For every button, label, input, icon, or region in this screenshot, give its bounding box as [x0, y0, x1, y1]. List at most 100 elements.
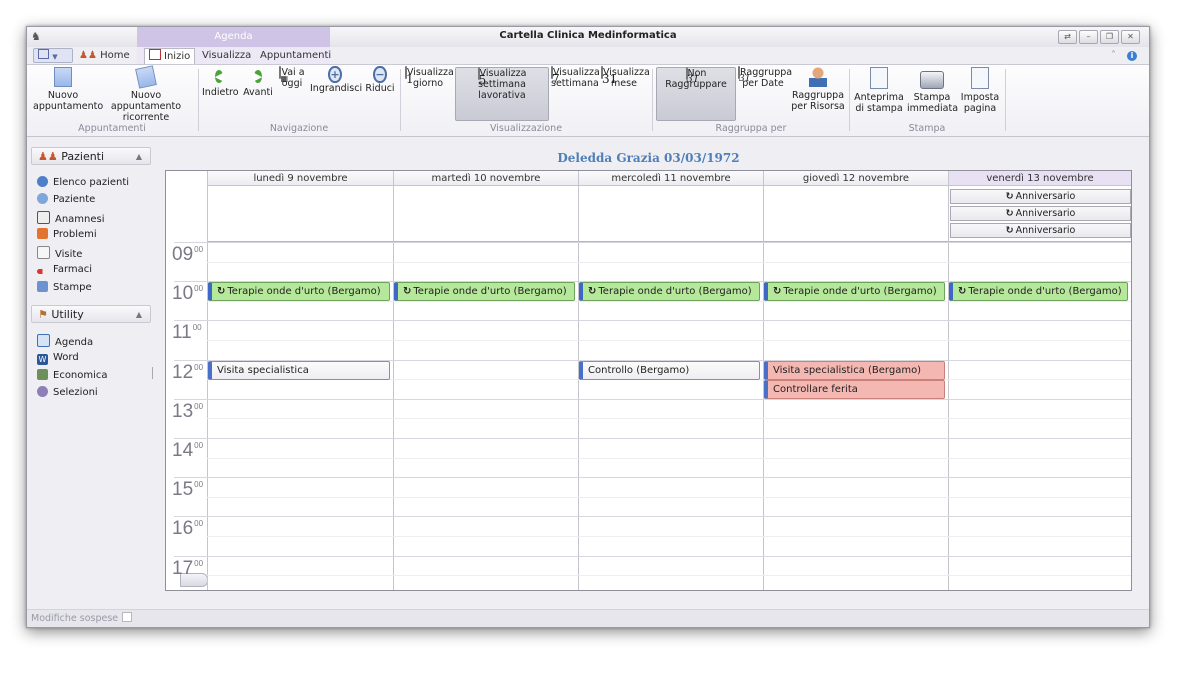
- application-menu-button[interactable]: ▼: [33, 48, 73, 63]
- appointment[interactable]: ↻ Terapie onde d'urto (Bergamo): [394, 282, 575, 301]
- day-header[interactable]: giovedì 12 novembre: [763, 171, 948, 186]
- appointment[interactable]: Visita specialistica (Bergamo): [764, 361, 945, 380]
- allday-cell[interactable]: [393, 186, 578, 242]
- appointment[interactable]: Controllare ferita: [764, 380, 945, 399]
- nav-item-agenda[interactable]: Agenda: [37, 334, 93, 348]
- day-header[interactable]: mercoledì 11 novembre: [578, 171, 763, 186]
- go-to-today-button[interactable]: ▦ Vai a oggi: [278, 66, 306, 89]
- view-day-button[interactable]: 1 Visualizza giorno: [405, 66, 454, 89]
- view-month-button[interactable]: 31 Visualizza mese: [601, 66, 650, 89]
- close-button[interactable]: ✕: [1121, 30, 1140, 44]
- quick-print-label-2: immediata: [907, 103, 959, 114]
- minute-value: 00: [194, 441, 204, 450]
- tab-visualizza[interactable]: Visualizza: [198, 48, 255, 63]
- view-week-label: Visualizza: [553, 67, 600, 78]
- zoom-out-button[interactable]: − Riduci: [365, 66, 395, 94]
- allday-event[interactable]: ↻ Anniversario: [950, 223, 1131, 238]
- new-appointment-label-2: appuntamento: [33, 101, 104, 112]
- nav-item-stampe[interactable]: Stampe: [37, 281, 92, 295]
- minute-value: 00: [194, 363, 204, 372]
- event-label: Anniversario: [1015, 208, 1076, 219]
- group-by-resource-button[interactable]: Raggruppa per Risorsa: [791, 67, 845, 112]
- nav-item-problemi[interactable]: Problemi: [37, 228, 97, 242]
- group-separator: [652, 69, 653, 131]
- nav-item-label: Word: [53, 352, 79, 363]
- day-header[interactable]: martedì 10 novembre: [393, 171, 578, 186]
- hour-label: 1100: [172, 323, 202, 342]
- appointment[interactable]: Visita specialistica: [208, 361, 390, 380]
- page-setup-button[interactable]: Imposta pagina: [960, 67, 1000, 114]
- back-button[interactable]: ◀ Indietro: [202, 67, 239, 98]
- nav-item-anamnesi[interactable]: Anamnesi: [37, 211, 105, 225]
- nav-item-economica[interactable]: Economica: [37, 369, 108, 383]
- tab-home[interactable]: ♟♟ Home: [75, 48, 134, 63]
- appointment-text: Controllare ferita: [773, 384, 858, 395]
- print-preview-button[interactable]: Anteprima di stampa: [854, 67, 904, 114]
- view-week-button[interactable]: 7 Visualizza settimana: [551, 66, 600, 89]
- zoom-in-icon: +: [328, 66, 342, 83]
- nav-item-paziente[interactable]: Paziente: [37, 193, 95, 207]
- tab-inizio[interactable]: Inizio: [144, 48, 196, 65]
- appointment[interactable]: ↻ Terapie onde d'urto (Bergamo): [208, 282, 390, 301]
- patients-icon: ♟♟: [38, 150, 58, 163]
- tab-appuntamenti[interactable]: Appuntamenti: [256, 48, 335, 63]
- group-separator: [1005, 69, 1006, 131]
- appointment[interactable]: Controllo (Bergamo): [579, 361, 760, 380]
- group-label-raggruppa: Raggruppa per: [715, 123, 787, 134]
- appointment-text: Terapie onde d'urto (Bergamo): [227, 286, 381, 297]
- hour-line: [174, 399, 1131, 400]
- appointment[interactable]: ↻ Terapie onde d'urto (Bergamo): [949, 282, 1128, 301]
- minimize-button[interactable]: –: [1079, 30, 1098, 44]
- new-recurring-label: Nuovo appuntamento: [110, 90, 182, 112]
- visits-icon: [37, 246, 50, 259]
- help-icon[interactable]: i: [1123, 48, 1141, 63]
- printer-icon: [920, 71, 944, 89]
- event-label: Anniversario: [1015, 225, 1076, 236]
- nav-item-label: Farmaci: [53, 264, 93, 275]
- allday-cell[interactable]: [578, 186, 763, 242]
- nav-item-label: Agenda: [55, 337, 94, 348]
- nav-header-pazienti[interactable]: ♟♟ Pazienti ▲: [31, 147, 151, 165]
- nav-item-visite[interactable]: Visite: [37, 246, 82, 260]
- maximize-button[interactable]: ❐: [1100, 30, 1119, 44]
- splitter-handle[interactable]: [152, 367, 153, 379]
- allday-cell[interactable]: [763, 186, 948, 242]
- new-recurring-appointment-button[interactable]: Nuovo appuntamento ricorrente: [97, 65, 195, 123]
- app-icon[interactable]: ♞: [31, 30, 45, 44]
- zoom-in-label: Ingrandisci: [310, 83, 363, 94]
- appointment[interactable]: ↻ Terapie onde d'urto (Bergamo): [579, 282, 760, 301]
- nav-item-label: Problemi: [53, 229, 97, 240]
- nav-item-word[interactable]: W Word: [37, 351, 79, 365]
- day-header[interactable]: lunedì 9 novembre: [207, 171, 393, 186]
- forward-arrow-icon: ▶: [253, 70, 263, 83]
- nav-header-utility[interactable]: ⚑ Utility ▲: [31, 305, 151, 323]
- no-grouping-button[interactable]: 31 Non Raggruppare: [656, 67, 736, 121]
- group-by-date-button[interactable]: 31 Raggruppa per Date: [738, 66, 792, 89]
- new-appointment-button[interactable]: Nuovo appuntamento: [33, 67, 103, 112]
- quick-print-button[interactable]: Stampa immediata: [907, 67, 959, 114]
- half-hour-line: [207, 340, 1131, 341]
- page-setup-icon: [971, 67, 989, 89]
- zoom-out-icon: −: [373, 66, 387, 83]
- nav-item-farmaci[interactable]: Farmaci: [37, 263, 92, 277]
- pending-changes-checkbox[interactable]: [122, 612, 133, 622]
- nav-item-elenco-pazienti[interactable]: Elenco pazienti: [37, 176, 129, 190]
- collapse-ribbon-icon[interactable]: ˄: [1107, 48, 1120, 63]
- agenda-icon: [37, 334, 50, 347]
- allday-event[interactable]: ↻ Anniversario: [950, 189, 1131, 204]
- allday-cell[interactable]: [207, 186, 393, 242]
- view-work-week-button[interactable]: 5 Visualizza settimana lavorativa: [455, 67, 549, 121]
- day-header-today[interactable]: venerdì 13 novembre: [948, 171, 1131, 186]
- print-preview-icon: [870, 67, 888, 89]
- half-hour-line: [207, 575, 1131, 576]
- users-icon: ♟♟: [79, 50, 97, 61]
- group-label-visualizzazione: Visualizzazione: [489, 123, 563, 134]
- allday-event[interactable]: ↻ Anniversario: [950, 206, 1131, 221]
- week-calendar[interactable]: lunedì 9 novembre martedì 10 novembre me…: [165, 170, 1132, 591]
- zoom-in-button[interactable]: + Ingrandisci: [310, 66, 363, 94]
- nav-item-selezioni[interactable]: Selezioni: [37, 386, 98, 400]
- appointment[interactable]: ↻ Terapie onde d'urto (Bergamo): [764, 282, 945, 301]
- restore-ribbon-icon[interactable]: ⇄: [1058, 30, 1077, 44]
- new-recurring-appointment-icon: [135, 65, 157, 89]
- forward-button[interactable]: ▶ Avanti: [241, 67, 275, 98]
